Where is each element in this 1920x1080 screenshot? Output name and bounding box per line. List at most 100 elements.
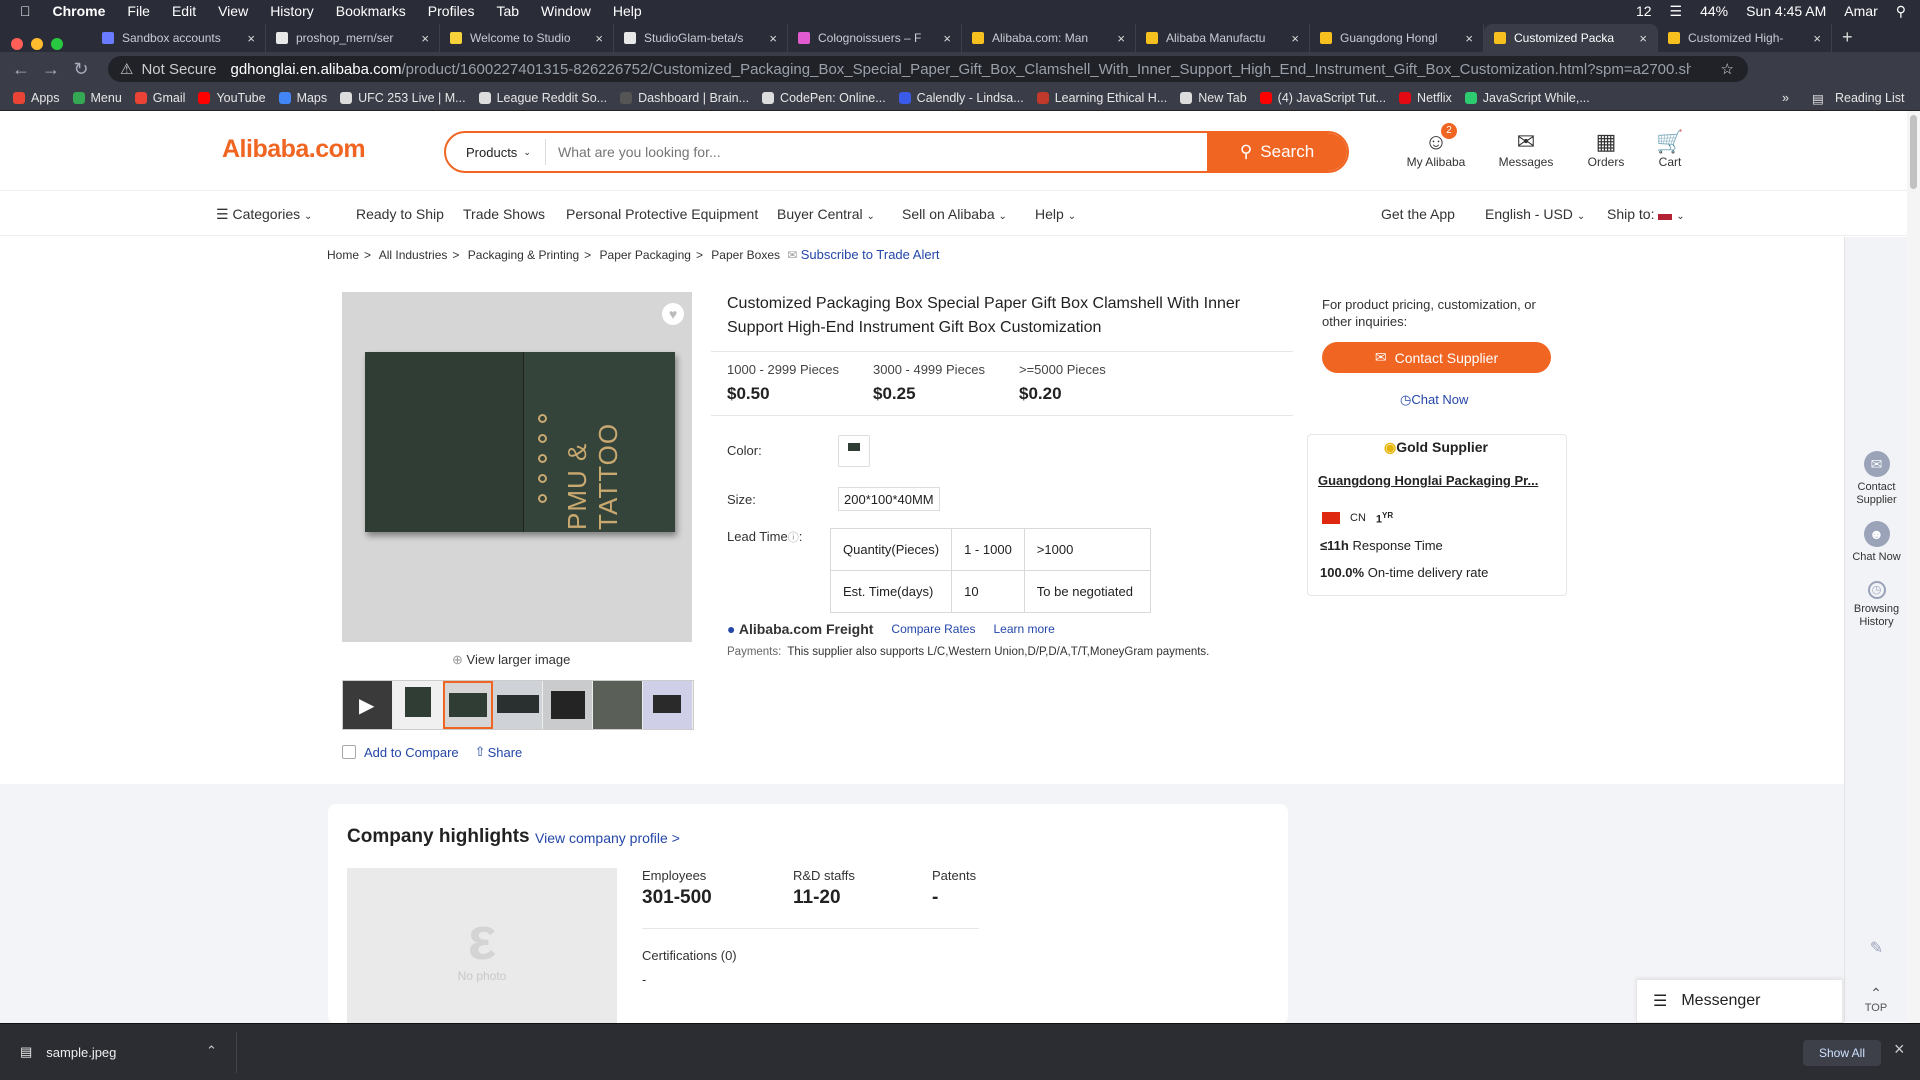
favorite-heart-icon[interactable]: ♥ [662, 303, 684, 325]
my-alibaba[interactable]: ☺ 2 My Alibaba [1396, 123, 1476, 169]
browser-tab[interactable]: Welcome to Studio × [440, 24, 614, 52]
browser-tab[interactable]: Customized High- × [1658, 24, 1832, 52]
browser-tab[interactable]: Colognoissuers – F × [788, 24, 962, 52]
bookmark-item[interactable]: Calendly - Lindsa... [898, 91, 1024, 105]
tab-close-icon[interactable]: × [769, 31, 777, 46]
browser-tab-active[interactable]: Customized Packa × [1484, 24, 1658, 52]
menu-help[interactable]: Help [613, 3, 642, 19]
subscribe-trade-alert[interactable]: Subscribe to Trade Alert [801, 247, 940, 262]
user-name[interactable]: Amar [1844, 3, 1877, 20]
image-thumbnail[interactable] [643, 681, 693, 729]
video-thumbnail[interactable]: ▶ [343, 681, 393, 729]
menu-file[interactable]: File [127, 3, 150, 19]
wifi-icon[interactable]: ☰ [1670, 3, 1683, 20]
chevron-up-icon[interactable]: ⌃ [206, 1043, 217, 1059]
nav-sell-on-alibaba[interactable]: Sell on Alibaba ⌄ [902, 206, 1007, 222]
view-company-profile-link[interactable]: View company profile > [535, 830, 680, 846]
tab-close-icon[interactable]: × [595, 31, 603, 46]
bookmark-item[interactable]: UFC 253 Live | M... [340, 91, 466, 105]
battery-level[interactable]: 44% [1700, 3, 1728, 20]
tab-close-icon[interactable]: × [421, 31, 429, 46]
menu-bookmarks[interactable]: Bookmarks [336, 3, 406, 19]
bookmark-item[interactable]: YouTube [198, 91, 266, 105]
menu-tab[interactable]: Tab [496, 3, 519, 19]
maximize-window-icon[interactable] [51, 38, 63, 50]
ship-to-select[interactable]: Ship to: ⌄ [1607, 206, 1685, 222]
browser-tab[interactable]: Sandbox accounts × [92, 24, 266, 52]
messages[interactable]: ✉ Messages [1486, 129, 1566, 169]
close-icon[interactable]: × [1894, 1039, 1905, 1060]
tab-close-icon[interactable]: × [943, 31, 951, 46]
nav-ppe[interactable]: Personal Protective Equipment [566, 206, 758, 222]
image-thumbnail[interactable] [593, 681, 643, 729]
star-bookmark-icon[interactable]: ☆ [1721, 60, 1734, 78]
breadcrumb-paper-boxes[interactable]: Paper Boxes [711, 248, 780, 262]
browser-tab[interactable]: Guangdong Hongl × [1310, 24, 1484, 52]
menu-profiles[interactable]: Profiles [428, 3, 475, 19]
image-thumbnail[interactable] [393, 681, 443, 729]
categories-menu[interactable]: ☰ Categories ⌄ [216, 206, 312, 223]
reading-list-icon[interactable]: ▤ [1812, 91, 1824, 106]
feedback-icon[interactable]: ✎ [1845, 941, 1908, 957]
bookmark-item[interactable]: (4) JavaScript Tut... [1259, 91, 1386, 105]
messenger-button[interactable]: ☰ Messenger [1636, 979, 1843, 1023]
add-to-compare[interactable]: Add to Compare [364, 745, 459, 760]
bookmark-item[interactable]: Learning Ethical H... [1036, 91, 1167, 105]
bookmark-item[interactable]: Gmail [134, 91, 185, 105]
tab-close-icon[interactable]: × [1465, 31, 1473, 46]
bookmark-item[interactable]: New Tab [1180, 91, 1247, 105]
bookmark-item[interactable]: Dashboard | Brain... [620, 91, 749, 105]
clock[interactable]: Sun 4:45 AM [1746, 3, 1826, 20]
browser-tab[interactable]: Alibaba.com: Man × [962, 24, 1136, 52]
breadcrumb-paper-packaging[interactable]: Paper Packaging [600, 248, 691, 262]
color-swatch[interactable] [838, 435, 870, 467]
view-larger-image[interactable]: ⊕ View larger image [452, 652, 570, 668]
notification-count[interactable]: 12 [1636, 3, 1652, 20]
browser-tab[interactable]: StudioGlam-beta/s × [614, 24, 788, 52]
language-currency-select[interactable]: English - USD ⌄ [1485, 206, 1585, 222]
tab-close-icon[interactable]: × [1813, 31, 1821, 46]
learn-more-link[interactable]: Learn more [993, 622, 1054, 636]
url-field[interactable]: ⚠ Not Secure gdhonglai.en.alibaba.com /p… [108, 56, 1748, 82]
menu-history[interactable]: History [270, 3, 314, 19]
close-window-icon[interactable] [11, 38, 23, 50]
size-option[interactable]: 200*100*40MM [838, 487, 940, 511]
compare-rates-link[interactable]: Compare Rates [891, 622, 975, 636]
browser-tab[interactable]: Alibaba Manufactu × [1136, 24, 1310, 52]
product-main-image[interactable]: PMU & TATTOO [342, 292, 692, 642]
scrollbar-thumb[interactable] [1910, 115, 1917, 189]
cart[interactable]: 🛒 Cart [1630, 129, 1710, 169]
tab-close-icon[interactable]: × [1117, 31, 1125, 46]
share-link[interactable]: Share [488, 745, 523, 760]
bookmark-item[interactable]: Apps [13, 91, 60, 105]
search-category-dropdown[interactable]: Products ⌄ [446, 139, 546, 165]
add-to-compare-checkbox[interactable] [342, 745, 356, 759]
nav-ready-to-ship[interactable]: Ready to Ship [356, 206, 444, 222]
minimize-window-icon[interactable] [31, 38, 43, 50]
browser-tab[interactable]: proshop_mern/ser × [266, 24, 440, 52]
breadcrumb-all-industries[interactable]: All Industries [379, 248, 448, 262]
download-item[interactable]: ▤ sample.jpeg [20, 1044, 116, 1060]
bookmark-item[interactable]: Menu [72, 91, 122, 105]
new-tab-button[interactable]: + [1842, 27, 1853, 48]
bookmarks-more[interactable]: » [1782, 91, 1789, 105]
page-scrollbar[interactable] [1907, 111, 1920, 1023]
help-icon[interactable]: ⓘ [788, 532, 799, 544]
forward-arrow-icon[interactable]: → [36, 59, 66, 80]
tab-close-icon[interactable]: × [1639, 31, 1647, 46]
image-thumbnail[interactable] [543, 681, 593, 729]
bookmark-item[interactable]: Netflix [1399, 91, 1452, 105]
back-to-top-button[interactable]: ⌃ TOP [1856, 985, 1896, 1014]
breadcrumb-packaging[interactable]: Packaging & Printing [468, 248, 579, 262]
side-browsing-history[interactable]: ◷ Browsing History [1845, 581, 1908, 629]
alibaba-logo[interactable]: Alibaba.com [222, 135, 366, 164]
bookmark-item[interactable]: JavaScript While,... [1464, 91, 1590, 105]
breadcrumb-home[interactable]: Home [327, 248, 359, 262]
menu-app-name[interactable]: Chrome [53, 3, 106, 19]
contact-supplier-button[interactable]: ✉ Contact Supplier [1322, 342, 1551, 373]
tab-close-icon[interactable]: × [1291, 31, 1299, 46]
chat-now-link[interactable]: ◷Chat Now [1400, 392, 1468, 408]
show-all-button[interactable]: Show All [1803, 1040, 1881, 1066]
get-the-app[interactable]: Get the App [1381, 206, 1455, 222]
menu-window[interactable]: Window [541, 3, 591, 19]
